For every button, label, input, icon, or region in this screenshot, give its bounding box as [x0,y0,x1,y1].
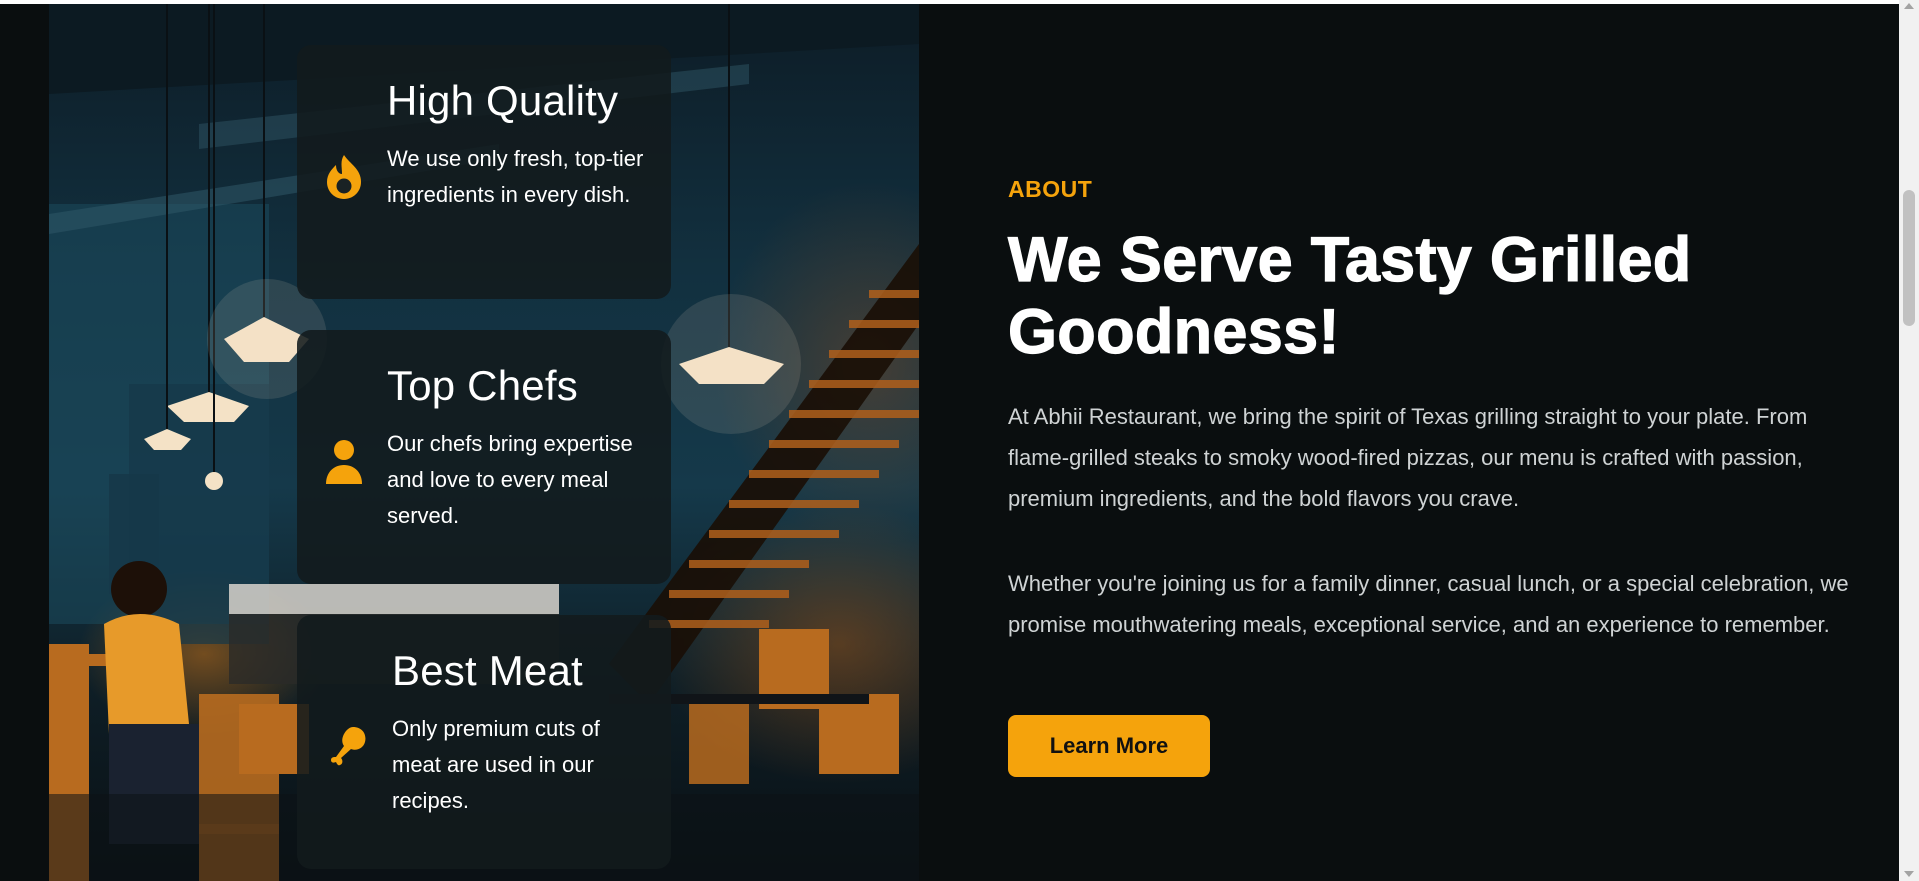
feature-card-best-meat: Best Meat Only premium cuts of meat are … [297,615,671,869]
learn-more-button[interactable]: Learn More [1008,715,1210,777]
scroll-down-arrow-icon[interactable] [1904,871,1914,877]
scrollbar[interactable] [1899,0,1919,881]
feature-description: Only premium cuts of meat are used in ou… [392,716,600,813]
feature-card-top-chefs: Top Chefs Our chefs bring expertise and … [297,330,671,584]
scrollbar-thumb[interactable] [1903,190,1915,326]
feature-description: We use only fresh, top-tier ingredients … [387,146,644,207]
feature-description: Our chefs bring expertise and love to ev… [387,431,633,528]
section-label: ABOUT [1008,176,1093,202]
feature-card-high-quality: High Quality We use only fresh, top-tier… [297,45,671,299]
about-section: High Quality We use only fresh, top-tier… [0,4,1899,881]
about-paragraph-1: At Abhii Restaurant, we bring the spirit… [1008,404,1808,511]
flame-icon [327,155,361,199]
feature-title: High Quality [387,77,619,124]
scroll-up-arrow-icon[interactable] [1904,3,1914,9]
about-paragraph-2: Whether you're joining us for a family d… [1008,571,1849,637]
feature-title: Top Chefs [387,362,578,409]
drumstick-icon [331,727,366,766]
feature-title: Best Meat [392,647,583,694]
section-headline: We Serve Tasty Grilled Goodness! [1007,224,1692,367]
chef-icon [326,440,362,484]
